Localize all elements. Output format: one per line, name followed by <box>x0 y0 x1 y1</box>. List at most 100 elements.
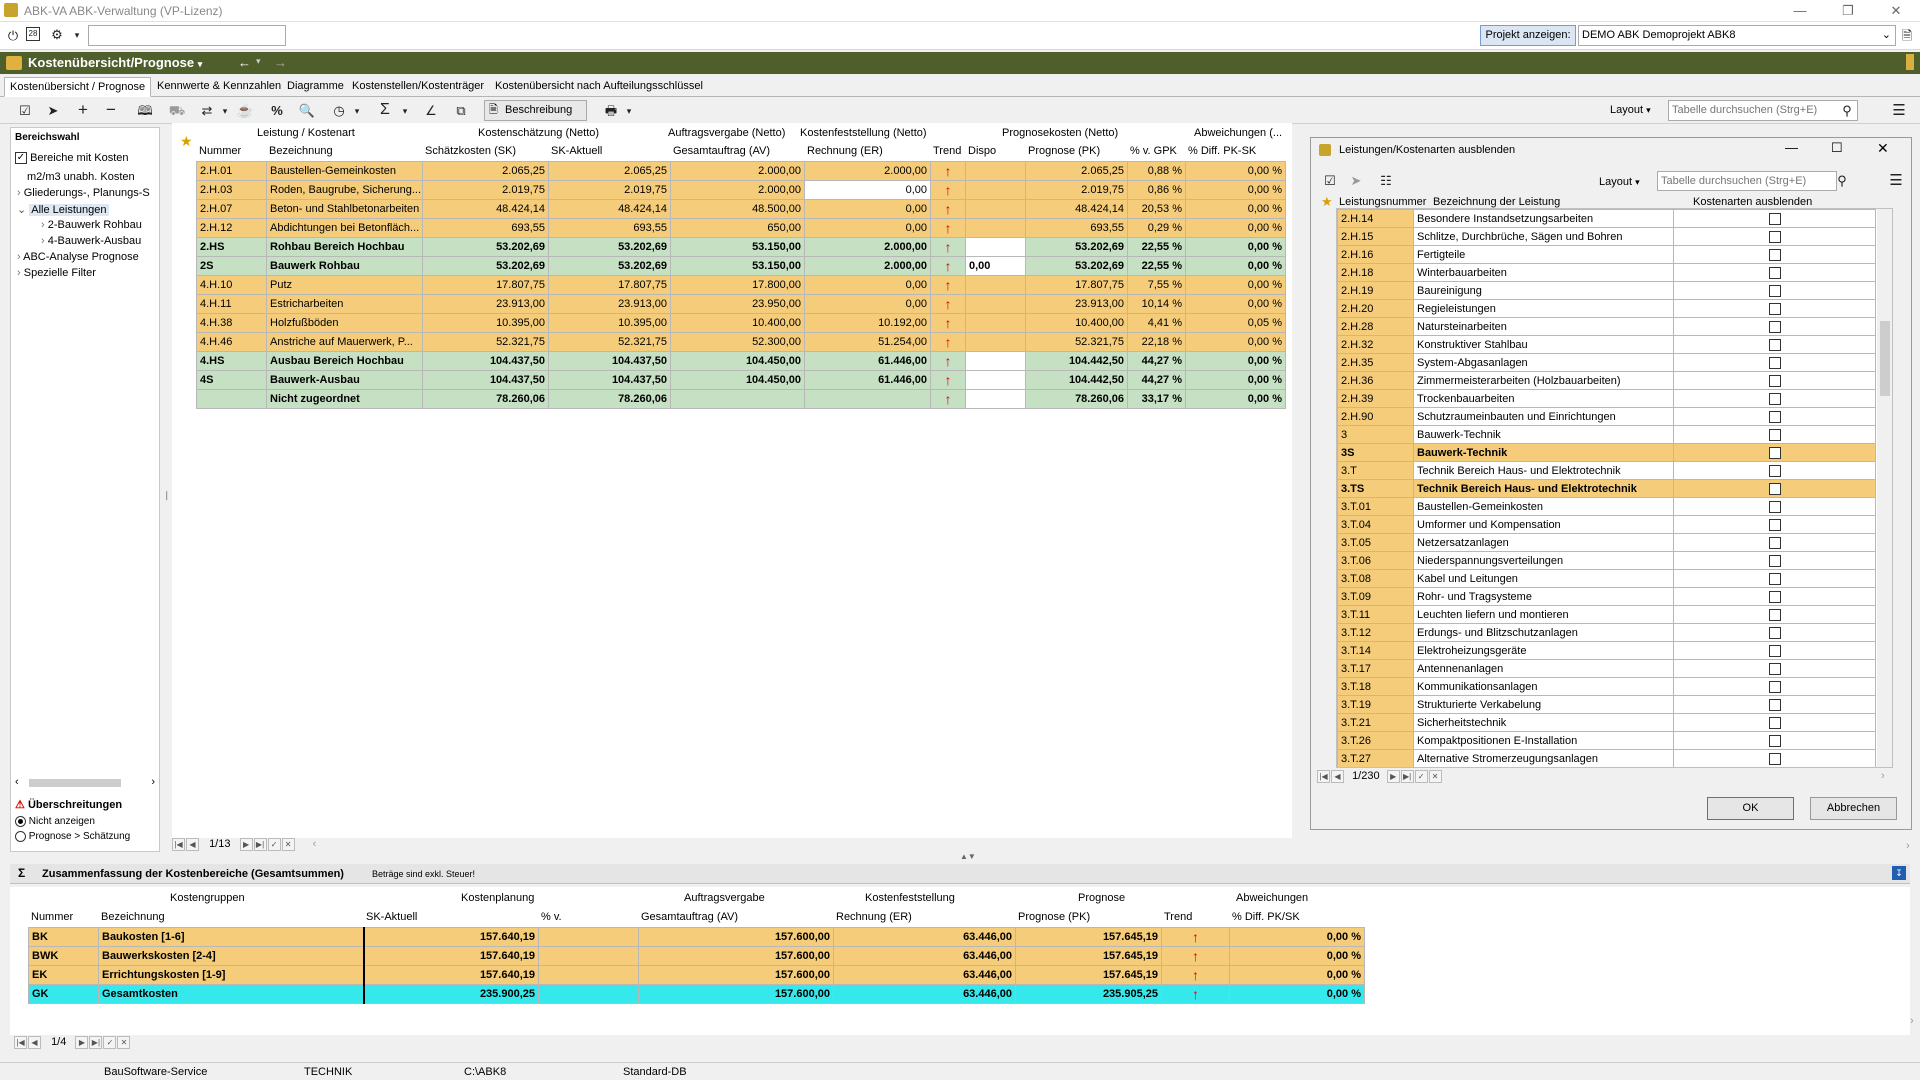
table-cell[interactable]: 22,18 % <box>1127 332 1186 352</box>
prev-page-icon[interactable]: ◀ <box>28 1036 41 1049</box>
prev-page-icon[interactable]: ◀ <box>186 838 199 851</box>
list-item[interactable]: 2.H.28 Natursteinarbeiten <box>1337 317 1876 336</box>
list-item[interactable]: 2.H.16 Fertigteile <box>1337 245 1876 264</box>
list-item[interactable]: 2.H.32 Konstruktiver Stahlbau <box>1337 335 1876 354</box>
tree-item-bauwerk-rohbau[interactable]: › 2-Bauwerk Rohbau <box>41 219 142 231</box>
table-row[interactable]: 2.H.12 Abdichtungen bei Betonfläch... 693,… <box>196 218 1286 238</box>
table-cell[interactable]: 0,00 <box>965 256 1026 276</box>
hide-checkbox[interactable] <box>1768 212 1781 225</box>
table-cell[interactable]: 22,55 % <box>1127 256 1186 276</box>
table-cell[interactable]: 10.395,00 <box>422 313 549 333</box>
column-header[interactable]: Nummer <box>31 911 73 923</box>
list-item[interactable]: 2.H.35 System-Abgasanlagen <box>1337 353 1876 372</box>
ok-button[interactable]: OK <box>1707 797 1794 820</box>
table-search-input[interactable]: Tabelle durchsuchen (Strg+E) <box>1668 100 1858 121</box>
table-cell[interactable]: 23.950,00 <box>670 294 805 314</box>
hide-checkbox[interactable] <box>1768 410 1781 423</box>
table-cell[interactable]: 53.202,69 <box>548 256 671 276</box>
cancel-icon[interactable]: ✕ <box>1428 770 1442 783</box>
list-item[interactable]: 3 Bauwerk-Technik <box>1337 425 1876 444</box>
next-page-icon[interactable]: ▶ <box>1386 770 1400 783</box>
column-header[interactable]: % Diff. PK-SK <box>1188 145 1256 157</box>
table-cell[interactable]: 2.065,25 <box>422 161 549 181</box>
print-icon[interactable]: 🖶 <box>602 102 620 120</box>
hide-checkbox[interactable] <box>1768 446 1781 459</box>
table-cell[interactable]: Roden, Baugrube, Sicherung... <box>266 180 423 200</box>
list-item[interactable]: 3.T.26 Kompaktpositionen E-Installation <box>1337 731 1876 750</box>
table-cell[interactable]: 0,00 % <box>1229 927 1365 947</box>
hide-checkbox[interactable] <box>1768 284 1781 297</box>
table-cell[interactable]: 0,29 % <box>1127 218 1186 238</box>
table-cell[interactable]: 104.437,50 <box>548 370 671 390</box>
tab-kostenstellen[interactable]: Kostenstellen/Kostenträger <box>347 77 489 97</box>
table-row[interactable]: 2.H.07 Beton- und Stahlbetonarbeiten 48.42… <box>196 199 1286 219</box>
table-cell[interactable]: 33,17 % <box>1127 389 1186 409</box>
tree-item-m2m3[interactable]: m2/m3 unabh. Kosten <box>27 171 135 183</box>
table-cell[interactable]: 0,00 % <box>1185 332 1286 352</box>
table-row[interactable]: 2S Bauwerk Rohbau 53.202,69 53.202,69 53.150… <box>196 256 1286 276</box>
table-cell[interactable]: Bauwerkskosten [2-4] <box>98 946 364 966</box>
tree-structure-icon[interactable]: ☷ <box>1377 172 1395 190</box>
table-row[interactable]: 4.H.38 Holzfußböden 10.395,00 10.395,00 10.4… <box>196 313 1286 333</box>
table-cell[interactable]: 693,55 <box>1025 218 1128 238</box>
table-cell[interactable]: 2.000,00 <box>804 161 931 181</box>
hide-checkbox[interactable] <box>1768 572 1781 585</box>
hide-checkbox[interactable] <box>1768 356 1781 369</box>
scroll-right-icon[interactable]: › <box>1906 840 1910 852</box>
table-cell[interactable]: 0,00 % <box>1185 351 1286 371</box>
close-icon[interactable]: ✕ <box>1876 1 1916 21</box>
table-cell[interactable]: 0,00 % <box>1185 370 1286 390</box>
prev-page-icon[interactable]: ◀ <box>1331 770 1344 783</box>
areas-with-costs-checkbox[interactable]: ✓ Bereiche mit Kosten <box>15 152 129 165</box>
export-icon[interactable]: ➤ <box>1347 172 1365 190</box>
list-item[interactable]: 2.H.90 Schutzraumeinbauten und Einrichtun… <box>1337 407 1876 426</box>
cancel-icon[interactable]: ✕ <box>117 1036 131 1049</box>
gear-icon[interactable]: ⚙ <box>48 26 66 44</box>
hide-checkbox[interactable] <box>1768 428 1781 441</box>
list-item[interactable]: 3.T.08 Kabel und Leitungen <box>1337 569 1876 588</box>
minimize-icon[interactable]: — <box>1780 1 1820 21</box>
table-cell[interactable]: Errichtungskosten [1-9] <box>98 965 364 985</box>
table-cell[interactable]: Rohbau Bereich Hochbau <box>266 237 423 257</box>
favorite-star-icon[interactable]: ★ <box>180 133 193 150</box>
forward-icon[interactable]: → <box>274 55 287 70</box>
table-cell[interactable]: 10,14 % <box>1127 294 1186 314</box>
table-cell[interactable]: 52.321,75 <box>422 332 549 352</box>
table-cell[interactable]: 0,88 % <box>1127 161 1186 181</box>
table-cell[interactable]: 0,86 % <box>1127 180 1186 200</box>
search-tool-icon[interactable]: 🔍 <box>298 102 316 120</box>
sum-icon[interactable]: Σ <box>376 101 394 119</box>
confirm-icon[interactable]: ✓ <box>1414 770 1428 783</box>
tree-item-bauwerk-ausbau[interactable]: › 4-Bauwerk-Ausbau <box>41 235 141 247</box>
column-header[interactable]: Dispo <box>968 145 996 157</box>
table-cell[interactable]: 48.424,14 <box>422 199 549 219</box>
list-item[interactable]: 3.T.17 Antennenanlagen <box>1337 659 1876 678</box>
hide-checkbox[interactable] <box>1768 302 1781 315</box>
table-cell[interactable]: Gesamtkosten <box>98 984 364 1004</box>
column-header[interactable]: % v. GPK <box>1130 145 1177 157</box>
table-cell[interactable]: 0,00 % <box>1185 180 1286 200</box>
chevron-down-icon[interactable]: ▾ <box>216 102 234 120</box>
table-cell[interactable]: 48.424,14 <box>1025 199 1128 219</box>
hide-checkbox[interactable] <box>1768 716 1781 729</box>
table-cell[interactable]: Ausbau Bereich Hochbau <box>266 351 423 371</box>
hide-checkbox[interactable] <box>1768 752 1781 765</box>
splitter-handle[interactable]: ❘ <box>163 490 171 501</box>
table-cell[interactable] <box>965 389 1026 409</box>
table-cell[interactable]: 157.645,19 <box>1015 946 1162 966</box>
table-cell[interactable]: 63.446,00 <box>833 984 1016 1004</box>
table-cell[interactable]: 78.260,06 <box>548 389 671 409</box>
table-cell[interactable]: Putz <box>266 275 423 295</box>
table-cell[interactable]: 2.019,75 <box>422 180 549 200</box>
back-icon[interactable]: ← <box>238 55 251 70</box>
hide-checkbox[interactable] <box>1768 680 1781 693</box>
scroll-left-icon[interactable]: ‹ <box>313 838 317 850</box>
table-cell[interactable]: 0,00 % <box>1229 946 1365 966</box>
table-cell[interactable] <box>196 389 267 409</box>
list-item[interactable]: 3.T.12 Erdungs- und Blitzschutzanlagen <box>1337 623 1876 642</box>
table-cell[interactable] <box>965 351 1026 371</box>
table-row[interactable]: 4.H.46 Anstriche auf Mauerwerk, P... 52.32… <box>196 332 1286 352</box>
list-item[interactable]: 3.T.21 Sicherheitstechnik <box>1337 713 1876 732</box>
table-cell[interactable]: 20,53 % <box>1127 199 1186 219</box>
radio-prognose-schaetzung[interactable]: Prognose > Schätzung <box>15 831 130 842</box>
